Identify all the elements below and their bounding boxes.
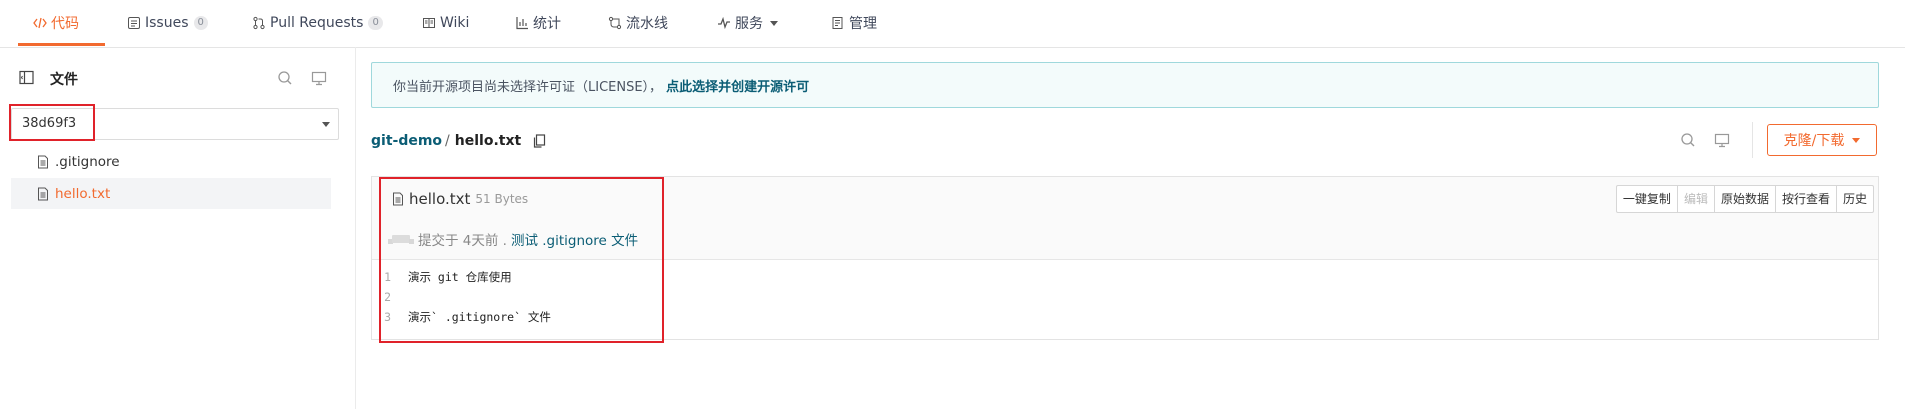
tab-pull-requests-label: Pull Requests (270, 15, 364, 31)
tab-issues[interactable]: Issues 0 (127, 0, 208, 46)
issues-count-badge: 0 (193, 16, 208, 30)
tab-code[interactable]: 代码 (33, 0, 79, 46)
tab-services[interactable]: 服务 (717, 0, 778, 46)
file-name: hello.txt (409, 190, 471, 208)
tab-pipeline[interactable]: 流水线 (608, 0, 668, 46)
line-number[interactable]: 1 (372, 267, 408, 287)
branch-select-value: 38d69f3 (22, 116, 77, 131)
tab-stats[interactable]: 统计 (515, 0, 561, 46)
file-icon (38, 187, 48, 200)
copy-path-icon[interactable] (533, 134, 546, 148)
tab-services-label: 服务 (735, 16, 763, 32)
copy-all-button[interactable]: 一键复制 (1617, 186, 1677, 212)
tab-pull-requests[interactable]: Pull Requests 0 (252, 0, 383, 46)
file-icon (393, 192, 403, 206)
file-viewer: hello.txt 51 Bytes 提交于 4天前 . 测试 .gitigno… (371, 176, 1879, 340)
issues-icon (128, 17, 140, 29)
license-notice: 你当前开源项目尚未选择许可证（LICENSE）， 点此选择并创建开源许可 (371, 62, 1879, 108)
pull-requests-count-badge: 0 (368, 16, 383, 30)
tab-settings-label: 管理 (849, 16, 877, 32)
breadcrumb-separator: / (445, 133, 450, 149)
chevron-down-icon (770, 20, 778, 26)
pipeline-icon (608, 16, 622, 30)
code-icon (33, 17, 47, 29)
file-actions: 一键复制 编辑 原始数据 按行查看 历史 (1615, 185, 1874, 213)
monitor-icon[interactable] (1714, 133, 1730, 148)
create-license-link[interactable]: 点此选择并创建开源许可 (666, 76, 809, 95)
file-tree-label: hello.txt (55, 185, 111, 202)
line-content: 演示` .gitignore` 文件 (408, 310, 551, 324)
avatar[interactable] (388, 233, 414, 245)
edit-button: 编辑 (1676, 186, 1714, 212)
breadcrumb-repo-link[interactable]: git-demo (371, 133, 442, 149)
activity-icon (718, 16, 730, 30)
monitor-icon[interactable] (311, 71, 327, 86)
clone-download-label: 克隆/下载 (1783, 133, 1845, 149)
pull-request-icon (253, 16, 265, 30)
active-tab-indicator (18, 43, 105, 46)
breadcrumb: git-demo / hello.txt (371, 133, 546, 149)
tab-pipeline-label: 流水线 (626, 16, 668, 32)
last-commit-info: 提交于 4天前 . 测试 .gitignore 文件 (388, 229, 638, 249)
line-number[interactable]: 3 (372, 307, 408, 327)
file-icon (38, 155, 48, 168)
tab-stats-label: 统计 (533, 16, 561, 32)
branch-select[interactable]: 38d69f3 (11, 108, 339, 140)
commit-time: 提交于 4天前 . (418, 233, 507, 249)
tab-code-label: 代码 (51, 16, 79, 32)
settings-doc-icon (832, 17, 843, 29)
license-notice-text: 你当前开源项目尚未选择许可证（LICENSE）， (393, 79, 663, 95)
bar-chart-icon (516, 17, 528, 30)
code-line: 2 (372, 287, 551, 307)
tab-wiki[interactable]: Wiki (422, 0, 469, 46)
tab-wiki-label: Wiki (440, 15, 470, 31)
blame-button[interactable]: 按行查看 (1774, 186, 1836, 212)
sidebar-title: 文件 (50, 72, 78, 88)
chevron-down-icon (1852, 137, 1861, 143)
toolbar-divider (1752, 122, 1753, 158)
file-size: 51 Bytes (475, 192, 529, 206)
line-content: 演示 git 仓库使用 (408, 270, 512, 284)
line-number[interactable]: 2 (372, 287, 408, 307)
file-title: hello.txt 51 Bytes (392, 190, 528, 208)
tab-settings[interactable]: 管理 (831, 0, 877, 46)
raw-button[interactable]: 原始数据 (1713, 186, 1775, 212)
repo-nav-bar: 代码 Issues 0 Pull Requests 0 Wiki 统计 流水线 … (0, 0, 1905, 48)
search-icon[interactable] (277, 70, 293, 86)
code-view: 1 演示 git 仓库使用 2 3 演示` .gitignore` 文件 (372, 267, 551, 327)
commit-message-link[interactable]: 测试 .gitignore 文件 (511, 229, 638, 249)
book-icon (423, 18, 435, 28)
breadcrumb-file: hello.txt (454, 133, 522, 149)
sidebar-toggle-icon[interactable] (19, 70, 34, 85)
chevron-down-icon (322, 122, 330, 127)
history-button[interactable]: 历史 (1835, 186, 1873, 212)
code-line: 3 演示` .gitignore` 文件 (372, 307, 551, 327)
file-header: hello.txt 51 Bytes 提交于 4天前 . 测试 .gitigno… (372, 177, 1878, 260)
search-icon[interactable] (1680, 132, 1696, 148)
clone-download-button[interactable]: 克隆/下载 (1767, 124, 1877, 156)
file-tree-item-gitignore[interactable]: .gitignore (11, 146, 331, 177)
code-line: 1 演示 git 仓库使用 (372, 267, 551, 287)
file-tree-label: .gitignore (55, 153, 120, 170)
tab-issues-label: Issues (145, 15, 189, 31)
sidebar-divider (355, 47, 356, 409)
file-tree-item-hello[interactable]: hello.txt (11, 178, 331, 209)
